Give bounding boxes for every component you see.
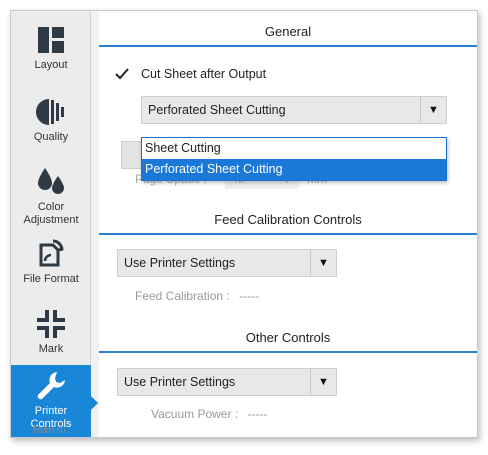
feed-calibration-value: -----: [239, 289, 260, 303]
cut-sheet-checkbox-row[interactable]: Cut Sheet after Output: [113, 65, 266, 83]
sidebar-item-label: Color Adjustment: [23, 201, 79, 226]
section-header-other-controls: Other Controls: [99, 323, 477, 353]
quality-icon: [34, 95, 68, 129]
option-perforated-sheet-cutting[interactable]: Perforated Sheet Cutting: [142, 159, 446, 180]
vacuum-power-readout: Vacuum Power : -----: [151, 407, 267, 421]
sidebar-item-quality[interactable]: Quality: [11, 91, 91, 159]
active-tab-pointer: [91, 396, 98, 410]
feed-calibration-select-value: Use Printer Settings: [124, 256, 236, 270]
sidebar-item-label: Quality: [33, 131, 69, 143]
sidebar-item-label: Mark: [38, 343, 64, 355]
cut-sheet-checkbox[interactable]: [113, 65, 131, 83]
dropdown-arrow-icon[interactable]: ▼: [420, 97, 446, 123]
crop-mark-icon: [34, 307, 68, 341]
sidebar-item-file-format[interactable]: File Format: [11, 233, 91, 301]
dropdown-arrow-icon[interactable]: ▼: [310, 369, 336, 395]
dropdown-arrow-icon[interactable]: ▼: [310, 250, 336, 276]
printer-settings-window: Layout Quality Color Adjustment File For…: [10, 10, 478, 438]
sidebar: Layout Quality Color Adjustment File For…: [11, 11, 91, 437]
feed-calibration-readout: Feed Calibration : -----: [135, 289, 259, 303]
section-header-general: General: [99, 17, 477, 47]
sidebar-item-mark[interactable]: Mark: [11, 303, 91, 371]
section-title: General: [264, 23, 312, 39]
section-title: Other Controls: [245, 329, 331, 345]
sidebar-item-label: Layout: [34, 59, 68, 71]
sidebar-item-label: File Format: [23, 273, 79, 285]
main-panel: General Cut Sheet after Output Perforate…: [99, 11, 477, 437]
sidebar-item-color-adjustment[interactable]: Color Adjustment: [11, 161, 91, 229]
cutting-mode-select[interactable]: Perforated Sheet Cutting ▼: [141, 96, 447, 124]
feed-calibration-select[interactable]: Use Printer Settings ▼: [117, 249, 337, 277]
section-header-feed-calibration: Feed Calibration Controls: [99, 205, 477, 235]
cutting-mode-options: Sheet Cutting Perforated Sheet Cutting: [141, 137, 447, 181]
sidebar-item-layout[interactable]: Layout: [11, 19, 91, 87]
watermark: Rdm.ru: [33, 425, 66, 436]
section-title: Feed Calibration Controls: [214, 211, 362, 227]
checkmark-icon: [115, 68, 129, 80]
cut-sheet-label: Cut Sheet after Output: [141, 67, 267, 81]
vacuum-power-label: Vacuum Power :: [151, 407, 239, 421]
cutting-mode-value: Perforated Sheet Cutting: [148, 103, 286, 117]
other-controls-select[interactable]: Use Printer Settings ▼: [117, 368, 337, 396]
file-format-icon: [34, 237, 68, 271]
wrench-icon: [34, 369, 68, 403]
layout-icon: [34, 23, 68, 57]
option-sheet-cutting[interactable]: Sheet Cutting: [142, 138, 446, 159]
vacuum-power-value: -----: [247, 407, 268, 421]
color-drops-icon: [34, 165, 68, 199]
feed-calibration-label: Feed Calibration :: [135, 289, 230, 303]
other-controls-select-value: Use Printer Settings: [124, 375, 236, 389]
